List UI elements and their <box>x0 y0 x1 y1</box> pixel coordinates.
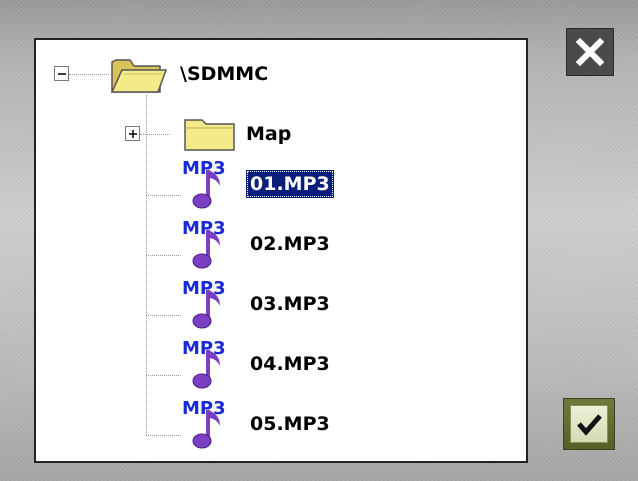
tree-guide <box>69 74 109 75</box>
close-button[interactable] <box>566 28 614 76</box>
folder-icon <box>184 119 235 151</box>
tree-guide <box>146 255 181 256</box>
tree-guide <box>146 95 147 435</box>
tree-root-node[interactable]: \SDMMC <box>176 60 272 88</box>
tree-file-node[interactable]: 05.MP3 <box>246 410 334 438</box>
tree-guide <box>146 435 181 436</box>
ok-button[interactable] <box>563 398 615 450</box>
expand-button[interactable] <box>125 126 140 141</box>
ok-button-face <box>570 405 608 443</box>
mp3-file-icon: MP3 <box>182 158 226 209</box>
tree-node-label: 05.MP3 <box>250 413 330 435</box>
mp3-file-icon: MP3 <box>182 398 226 449</box>
tree-guide <box>146 195 181 196</box>
tree-node-label: 01.MP3 <box>246 170 334 198</box>
check-icon <box>577 414 602 436</box>
file-tree[interactable]: \SDMMC Map MP3 01.MP3 MP3 02.MP3 MP3 03.MP3 MP… <box>34 38 528 463</box>
mp3-file-icon: MP3 <box>182 218 226 269</box>
open-folder-icon <box>110 59 168 93</box>
plus-icon <box>129 130 137 138</box>
mp3-icon-text: MP3 <box>182 158 226 179</box>
tree-folder-node[interactable]: Map <box>242 120 295 148</box>
tree-node-label: 02.MP3 <box>250 233 330 255</box>
close-icon <box>575 37 605 67</box>
mp3-file-icon: MP3 <box>182 278 226 329</box>
tree-file-node[interactable]: 02.MP3 <box>246 230 334 258</box>
tree-file-node[interactable]: 04.MP3 <box>246 350 334 378</box>
mp3-file-icon: MP3 <box>182 338 226 389</box>
tree-file-node[interactable]: 01.MP3 <box>246 170 334 198</box>
minus-icon <box>58 73 66 75</box>
tree-guide <box>146 315 181 316</box>
collapse-button[interactable] <box>54 66 69 81</box>
tree-node-label: 03.MP3 <box>250 293 330 315</box>
tree-file-node[interactable]: 03.MP3 <box>246 290 334 318</box>
mp3-icon-text: MP3 <box>182 218 226 239</box>
mp3-icon-text: MP3 <box>182 398 226 419</box>
tree-root-label: \SDMMC <box>180 63 269 85</box>
tree-guide <box>146 375 181 376</box>
mp3-icon-text: MP3 <box>182 278 226 299</box>
tree-guide <box>140 134 170 135</box>
mp3-icon-text: MP3 <box>182 338 226 359</box>
tree-node-label: Map <box>246 123 292 145</box>
tree-node-label: 04.MP3 <box>250 353 330 375</box>
